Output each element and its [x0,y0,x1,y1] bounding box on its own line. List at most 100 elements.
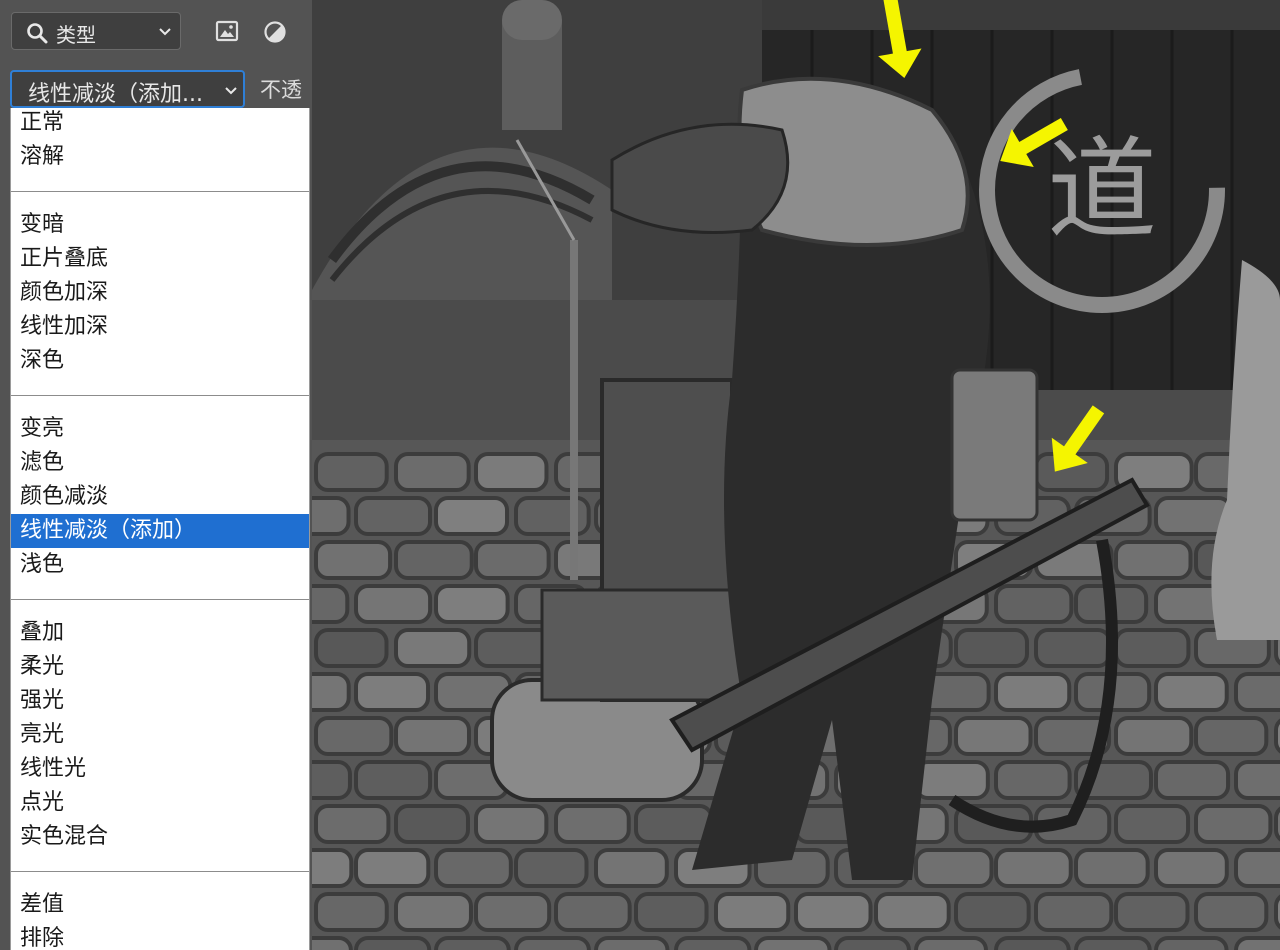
blend-mode-option[interactable]: 线性加深 [11,310,309,344]
blend-mode-option[interactable]: 滤色 [11,446,309,480]
banner-glyph: 道 [1047,126,1157,254]
cobblestone [312,936,353,950]
cobblestone [1154,760,1231,800]
cobblestone [594,848,669,888]
cobblestone [394,892,473,932]
cobblestone [434,936,511,950]
cobblestone [474,892,552,932]
blend-mode-value: 线性减淡（添加... [28,82,203,107]
cobblestone [914,936,988,950]
cobblestone [1074,848,1150,888]
cobblestone [314,892,389,932]
cobblestone [314,716,394,756]
cobblestone [1234,760,1280,800]
cobblestone [354,848,431,888]
cobblestone [634,804,714,844]
cobblestone [554,804,631,844]
search-icon [27,23,48,44]
cobblestone [394,452,471,492]
adjustment-filter-icon[interactable] [263,20,287,44]
blend-mode-option[interactable]: 实色混合 [11,820,309,854]
blend-mode-option[interactable]: 排除 [11,922,309,950]
blend-mode-option[interactable]: 线性光 [11,752,309,786]
cobblestone [954,716,1033,756]
cobblestone [312,672,351,712]
cobblestone [314,804,391,844]
image-filter-icon[interactable] [215,20,239,42]
blend-mode-option[interactable]: 强光 [11,684,309,718]
cobblestone [314,452,389,492]
blend-mode-option[interactable]: 点光 [11,786,309,820]
cobblestone [1114,628,1191,668]
cobblestone [1194,892,1269,932]
blend-mode-option[interactable]: 柔光 [11,650,309,684]
cobblestone [394,804,470,844]
cobblestone [354,936,432,950]
cobblestone [1034,892,1114,932]
blend-mode-option[interactable]: 正片叠底 [11,242,309,276]
blend-mode-option[interactable]: 颜色加深 [11,276,309,310]
blend-mode-option[interactable]: 正常 [11,108,309,140]
cobblestone [1074,936,1152,950]
cobblestone [1114,892,1190,932]
cobblestone [312,584,350,624]
layer-filter-select[interactable]: 类型 [11,12,181,50]
cobblestone [1034,628,1112,668]
chevron-down-icon [225,87,237,95]
cobblestone [1274,894,1280,930]
cobblestone [514,848,589,888]
cobblestone [994,936,1071,950]
cobblestone [1114,540,1193,580]
menu-separator [11,395,309,396]
menu-separator [11,191,309,192]
cobblestone [474,452,549,492]
document-canvas[interactable]: 道 [312,0,1280,950]
cobblestone [874,892,951,932]
cobblestone [554,892,632,932]
chevron-down-icon [159,28,171,36]
blend-mode-option[interactable]: 叠加 [11,616,309,650]
cobblestone [434,584,510,624]
cobblestone [994,760,1072,800]
cobblestone [312,496,351,536]
blend-mode-option[interactable]: 浅色 [11,548,309,582]
blend-mode-option[interactable]: 线性减淡（添加） [11,514,309,548]
cobblestone [314,628,389,668]
blend-mode-option[interactable]: 变亮 [11,412,309,446]
blend-mode-menu: 正常 溶解变暗 正片叠底 颜色加深 线性加深 深色变亮 滤色 颜色减淡 线性减淡（添加） 浅色叠加… [10,108,310,950]
cobblestone [1154,672,1229,712]
cobblestone [1234,672,1280,712]
cobblestone [1194,716,1269,756]
layer-filter-label: 类型 [56,23,96,47]
cobblestone [474,804,549,844]
cobblestone [394,716,471,756]
cobblestone [674,936,752,950]
cobblestone [1154,848,1229,888]
cobblestone [954,628,1029,668]
cobblestone [354,760,433,800]
cobblestone [994,848,1073,888]
blend-mode-option[interactable]: 颜色减淡 [11,480,309,514]
cobblestone [1234,848,1280,888]
cobblestone [312,848,354,888]
cobblestone [354,672,431,712]
blend-mode-option[interactable]: 差值 [11,888,309,922]
cobblestone [354,584,433,624]
blend-mode-select[interactable]: 线性减淡（添加... [10,70,245,108]
cobblestone [1114,804,1191,844]
cobblestone [312,760,352,800]
cobblestone [474,540,551,580]
cobblestone [714,892,791,932]
cobblestone [634,892,709,932]
blend-mode-option[interactable]: 深色 [11,344,309,378]
blend-mode-option[interactable]: 溶解 [11,140,309,174]
opacity-label: 不透 [260,78,302,102]
cobblestone [994,584,1074,624]
menu-separator [11,599,309,600]
cobblestone [1194,804,1273,844]
blend-mode-option[interactable]: 变暗 [11,208,309,242]
cobblestone [954,892,1031,932]
blend-mode-option[interactable]: 亮光 [11,718,309,752]
cobblestone [1154,936,1229,950]
cobblestone [834,936,911,950]
